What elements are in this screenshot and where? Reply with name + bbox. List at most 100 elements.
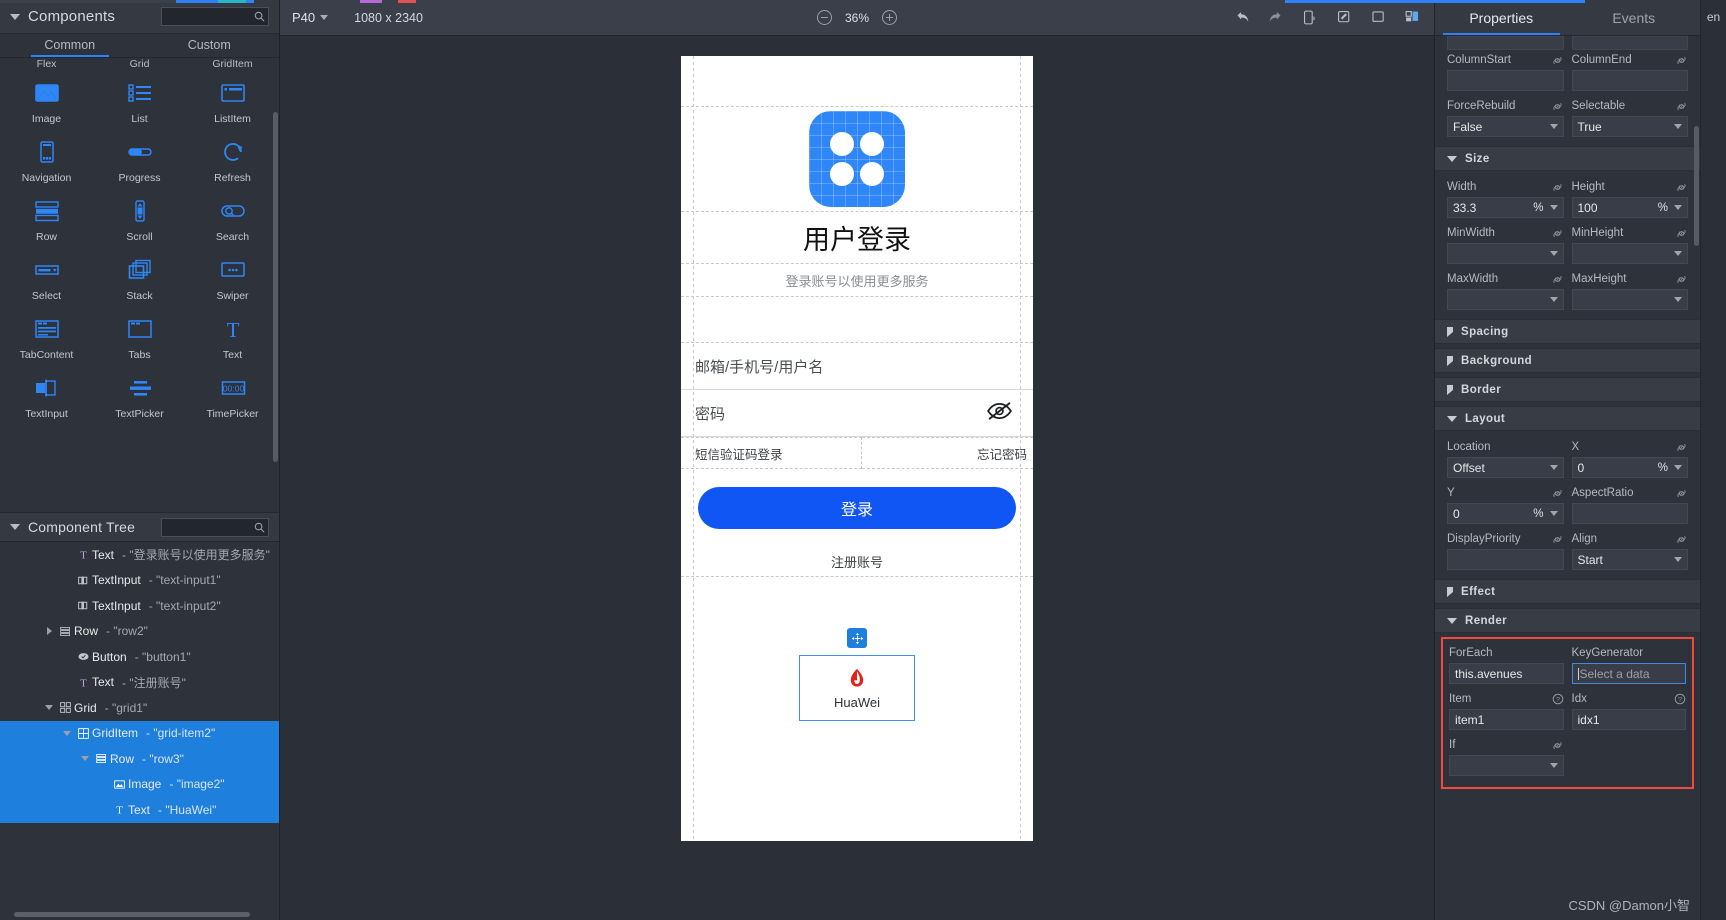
drag-move-icon[interactable] bbox=[847, 628, 867, 648]
field-input-location[interactable]: Offset bbox=[1447, 457, 1564, 478]
field-input-selectable[interactable]: True bbox=[1571, 116, 1688, 137]
caret-right-icon[interactable] bbox=[42, 627, 56, 636]
caret-down-icon[interactable] bbox=[60, 730, 74, 736]
link-icon[interactable] bbox=[1675, 274, 1688, 285]
palette-item-tabs[interactable]: Tabs bbox=[93, 316, 186, 361]
chevron-down-icon[interactable] bbox=[1549, 251, 1558, 256]
link-icon[interactable] bbox=[1675, 55, 1688, 66]
palette-scrollbar[interactable] bbox=[273, 112, 278, 462]
tab-common[interactable]: Common bbox=[0, 34, 140, 57]
chevron-down-icon[interactable] bbox=[1549, 297, 1558, 302]
palette-item-swiper[interactable]: Swiper bbox=[186, 257, 279, 302]
chevron-down-icon[interactable] bbox=[1674, 297, 1682, 302]
chevron-down-icon[interactable] bbox=[1549, 124, 1558, 129]
help-icon[interactable]: ? bbox=[1674, 693, 1686, 705]
section-border[interactable]: Border bbox=[1435, 377, 1700, 402]
section-layout[interactable]: Layout bbox=[1435, 406, 1700, 431]
properties-scrollbar[interactable] bbox=[1694, 126, 1699, 246]
component-tree-search-input[interactable] bbox=[166, 521, 256, 533]
caret-down-icon[interactable] bbox=[78, 756, 92, 762]
components-search-input[interactable] bbox=[166, 10, 256, 23]
tab-custom[interactable]: Custom bbox=[140, 34, 280, 57]
zoom-out-button[interactable] bbox=[817, 10, 832, 25]
collapse-component-tree-icon[interactable] bbox=[10, 524, 20, 530]
frame-icon[interactable] bbox=[1368, 8, 1388, 28]
tree-row[interactable]: GridItem - "grid-item2" bbox=[0, 720, 279, 746]
caret-down-icon[interactable] bbox=[42, 705, 56, 711]
link-icon[interactable] bbox=[1551, 101, 1564, 112]
tree-row[interactable]: TextInput - "text-input2" bbox=[0, 593, 279, 619]
link-icon[interactable] bbox=[1675, 488, 1688, 499]
password-input[interactable]: 密码 bbox=[681, 390, 1033, 437]
link-icon[interactable] bbox=[1675, 534, 1688, 545]
field-input-foreach[interactable]: this.avenues bbox=[1449, 663, 1564, 684]
tree-row[interactable]: Image - "image2" bbox=[0, 771, 279, 797]
palette-item-select[interactable]: Select bbox=[0, 257, 93, 302]
palette-item-text[interactable]: T Text bbox=[186, 316, 279, 361]
chevron-down-icon[interactable] bbox=[1674, 557, 1682, 562]
palette-item-image[interactable]: Image bbox=[0, 80, 93, 125]
cut-field-left[interactable] bbox=[1447, 36, 1564, 50]
component-tree-search[interactable] bbox=[161, 517, 269, 537]
section-background[interactable]: Background bbox=[1435, 348, 1700, 373]
field-input-columnend[interactable] bbox=[1571, 70, 1688, 91]
field-input-aspectratio[interactable] bbox=[1571, 503, 1688, 524]
link-icon[interactable] bbox=[1551, 182, 1564, 193]
section-effect[interactable]: Effect bbox=[1435, 579, 1700, 604]
field-input-keygenerator[interactable]: Select a data bbox=[1571, 663, 1686, 684]
field-input-forcerebuild[interactable]: False bbox=[1447, 116, 1564, 137]
tree-row[interactable]: Row - "row3" bbox=[0, 746, 279, 772]
cut-field-right[interactable] bbox=[1571, 36, 1688, 50]
chevron-down-icon[interactable] bbox=[1674, 465, 1682, 470]
device-selector[interactable]: P40 bbox=[292, 10, 329, 25]
tree-row[interactable]: Button - "button1" bbox=[0, 644, 279, 670]
field-input-height[interactable]: 100% bbox=[1571, 197, 1688, 218]
eye-off-icon[interactable] bbox=[986, 402, 1013, 425]
tree-row[interactable]: T Text - "登录账号以使用更多服务" bbox=[0, 542, 279, 568]
chevron-down-icon[interactable] bbox=[1549, 763, 1558, 768]
account-input[interactable]: 邮箱/手机号/用户名 bbox=[681, 343, 1033, 390]
palette-item-navigation[interactable]: Navigation bbox=[0, 139, 93, 184]
device-preview-icon[interactable] bbox=[1300, 8, 1320, 28]
link-icon[interactable] bbox=[1551, 274, 1564, 285]
palette-item-scroll[interactable]: Scroll bbox=[93, 198, 186, 243]
palette-item-tabcontent[interactable]: TabContent bbox=[0, 316, 93, 361]
palette-item-progress[interactable]: Progress bbox=[93, 139, 186, 184]
field-input-maxwidth[interactable] bbox=[1447, 289, 1564, 310]
sms-login-link[interactable]: 短信验证码登录 bbox=[681, 437, 862, 469]
palette-item-row[interactable]: Row bbox=[0, 198, 93, 243]
field-input-x[interactable]: 0% bbox=[1571, 457, 1688, 478]
link-icon[interactable] bbox=[1551, 740, 1564, 751]
tree-row[interactable]: Grid - "grid1" bbox=[0, 695, 279, 721]
field-input-displaypriority[interactable] bbox=[1447, 549, 1564, 570]
link-device-icon[interactable] bbox=[1334, 8, 1354, 28]
palette-item-textinput[interactable]: TextInput bbox=[0, 375, 93, 420]
preview-canvas[interactable]: 用户登录 登录账号以使用更多服务 邮箱/手机号/用户名 密码 短信验证码登录 忘… bbox=[280, 36, 1434, 920]
components-search[interactable] bbox=[161, 7, 269, 26]
link-icon[interactable] bbox=[1675, 442, 1688, 453]
forgot-password-link[interactable]: 忘记密码 bbox=[861, 437, 1033, 469]
palette-item-refresh[interactable]: Refresh bbox=[186, 139, 279, 184]
collapse-components-icon[interactable] bbox=[10, 13, 20, 20]
chevron-down-icon[interactable] bbox=[1549, 465, 1558, 470]
login-button[interactable]: 登录 bbox=[698, 487, 1016, 529]
tree-row[interactable]: T Text - "注册账号" bbox=[0, 670, 279, 696]
palette-item-textpicker[interactable]: TextPicker bbox=[93, 375, 186, 420]
tree-row[interactable]: TextInput - "text-input1" bbox=[0, 568, 279, 594]
field-input-minwidth[interactable] bbox=[1447, 243, 1564, 264]
chevron-down-icon[interactable] bbox=[1674, 251, 1682, 256]
link-icon[interactable] bbox=[1675, 182, 1688, 193]
link-icon[interactable] bbox=[1675, 228, 1688, 239]
chevron-down-icon[interactable] bbox=[1674, 124, 1682, 129]
tree-row[interactable]: T Text - "HuaWei" bbox=[0, 797, 279, 823]
zoom-in-button[interactable] bbox=[882, 10, 897, 25]
chevron-down-icon[interactable] bbox=[1674, 205, 1682, 210]
section-size[interactable]: Size bbox=[1435, 146, 1700, 171]
field-input-minheight[interactable] bbox=[1571, 243, 1688, 264]
field-input-y[interactable]: 0% bbox=[1447, 503, 1564, 524]
help-icon[interactable]: ? bbox=[1552, 693, 1564, 705]
field-input-if[interactable] bbox=[1449, 755, 1564, 776]
chevron-down-icon[interactable] bbox=[1549, 205, 1558, 210]
component-tree-hscrollbar[interactable] bbox=[14, 912, 250, 917]
tree-row[interactable]: Row - "row2" bbox=[0, 619, 279, 645]
